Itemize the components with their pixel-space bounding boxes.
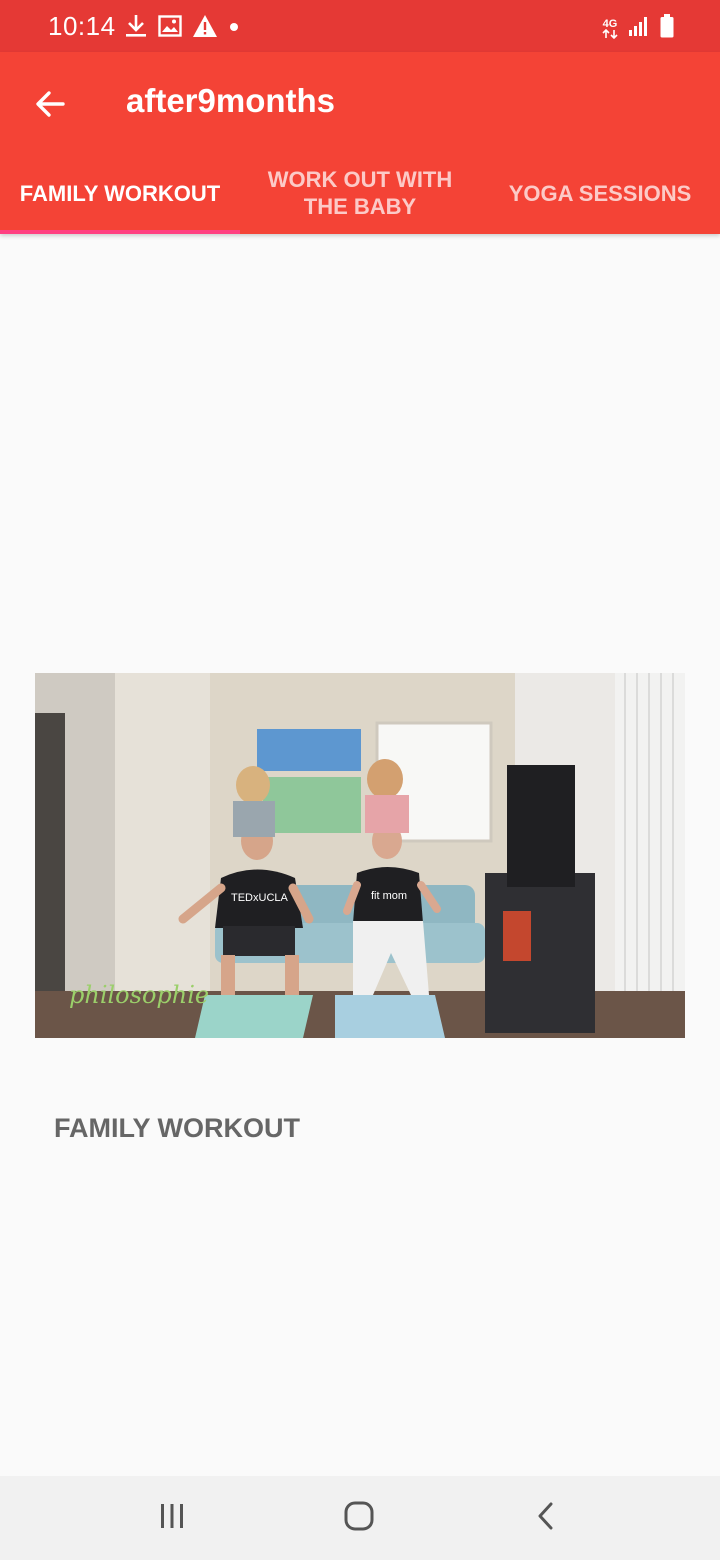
dot-icon bbox=[228, 20, 240, 38]
image-icon bbox=[158, 15, 182, 42]
section-title: FAMILY WORKOUT bbox=[54, 1113, 301, 1143]
video-thumbnail[interactable]: TEDxUCLA fit mom philosophie bbox=[35, 673, 685, 1038]
back-nav-button[interactable] bbox=[516, 1496, 576, 1540]
recent-apps-icon bbox=[157, 1502, 187, 1535]
shirt-text-left: TEDxUCLA bbox=[231, 892, 289, 904]
back-button[interactable] bbox=[30, 86, 70, 126]
status-bar: 10:14 4G bbox=[0, 0, 720, 52]
network-4g-icon: 4G bbox=[602, 17, 618, 39]
tab-family-workout[interactable]: FAMILY WORKOUT bbox=[0, 152, 240, 234]
video-watermark: philosophie bbox=[69, 981, 209, 1009]
status-icons-right: 4G bbox=[602, 14, 674, 43]
tab-indicator bbox=[0, 230, 240, 234]
battery-icon bbox=[660, 14, 674, 43]
home-button[interactable] bbox=[329, 1496, 389, 1540]
back-icon bbox=[536, 1501, 556, 1536]
status-time: 10:14 bbox=[48, 11, 116, 41]
system-nav-bar bbox=[0, 1476, 720, 1560]
warning-icon bbox=[192, 14, 218, 43]
video-scene-illustration: TEDxUCLA fit mom philosophie bbox=[35, 673, 685, 1038]
recent-apps-button[interactable] bbox=[142, 1496, 202, 1540]
tab-yoga-sessions[interactable]: YOGA SESSIONS bbox=[480, 152, 720, 234]
download-icon bbox=[124, 13, 148, 44]
tab-label: FAMILY WORKOUT bbox=[19, 180, 221, 206]
tab-work-out-with-the-baby[interactable]: WORK OUT WITH THE BABY bbox=[240, 152, 480, 234]
tab-bar: FAMILY WORKOUT WORK OUT WITH THE BABY YO… bbox=[0, 152, 720, 234]
tab-label: YOGA SESSIONS bbox=[508, 180, 692, 206]
arrow-left-icon bbox=[34, 88, 66, 125]
app-title: after9months bbox=[126, 82, 336, 119]
status-icons-left bbox=[124, 13, 240, 44]
home-icon bbox=[343, 1500, 375, 1537]
shirt-text-right: fit mom bbox=[371, 890, 407, 902]
signal-icon bbox=[628, 15, 650, 42]
tab-label: WORK OUT WITH THE BABY bbox=[267, 167, 453, 219]
network-label: 4G bbox=[602, 17, 618, 30]
app-bar: after9months FAMILY WORKOUT WORK OUT WIT… bbox=[0, 52, 720, 234]
